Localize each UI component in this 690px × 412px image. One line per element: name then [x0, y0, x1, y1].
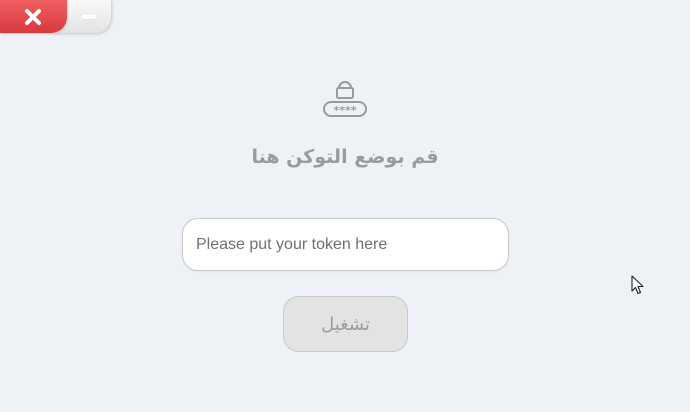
password-mask-text: ****: [333, 104, 356, 117]
close-button[interactable]: [0, 0, 67, 33]
minimize-icon: [80, 14, 97, 19]
run-button[interactable]: تشغيل: [283, 296, 408, 352]
token-input[interactable]: [182, 218, 509, 271]
page-title: قم بوضع التوكن هنا: [251, 146, 439, 168]
window-controls: [0, 0, 112, 33]
lock-password-icon: ****: [323, 81, 367, 117]
close-icon: [24, 8, 41, 25]
mouse-cursor-icon: [631, 275, 644, 295]
